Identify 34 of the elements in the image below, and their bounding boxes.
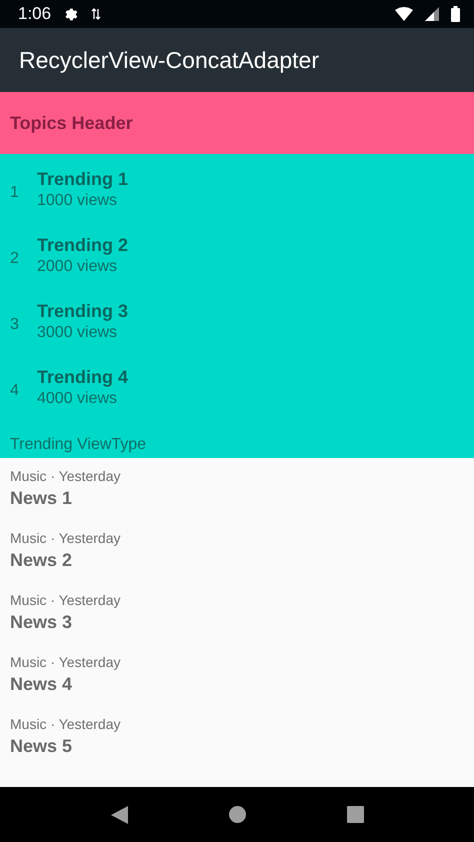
news-title: News 1 (10, 488, 72, 509)
trending-title: Trending 3 (37, 300, 128, 322)
trending-title: Trending 1 (37, 168, 128, 190)
recents-icon[interactable] (346, 806, 364, 823)
trending-rank: 3 (9, 316, 20, 334)
wifi-icon (395, 7, 413, 21)
settings-icon (63, 6, 80, 22)
trending-views: 1000 views (37, 192, 118, 210)
trending-title: Trending 2 (37, 234, 128, 256)
trending-title: Trending 4 (37, 366, 128, 388)
trending-views: 4000 views (37, 390, 118, 408)
trending-rank: 4 (9, 382, 20, 400)
header-title: Topics Header (10, 112, 133, 134)
news-meta: Music · Yesterday (10, 716, 120, 732)
news-meta: Music · Yesterday (10, 654, 120, 670)
app-title: RecyclerView-ConcatAdapter (19, 46, 319, 74)
news-meta: Music · Yesterday (10, 530, 120, 546)
data-transfer-icon (91, 7, 102, 21)
news-meta: Music · Yesterday (10, 468, 120, 484)
news-meta: Music · Yesterday (10, 592, 120, 608)
status-time: 1:06 (18, 4, 52, 24)
trending-rank: 1 (9, 184, 20, 202)
news-title: News 2 (10, 550, 72, 571)
news-title: News 4 (10, 674, 72, 695)
trending-views: 3000 views (37, 324, 118, 342)
trending-views: 2000 views (37, 258, 118, 276)
back-icon[interactable] (110, 806, 128, 824)
battery-icon (451, 6, 460, 22)
trending-footer: Trending ViewType (0, 424, 474, 454)
trending-rank: 2 (9, 250, 20, 268)
home-icon[interactable] (228, 806, 246, 823)
signal-icon (425, 7, 439, 21)
news-title: News 3 (10, 612, 72, 633)
news-title: News 5 (10, 736, 72, 757)
